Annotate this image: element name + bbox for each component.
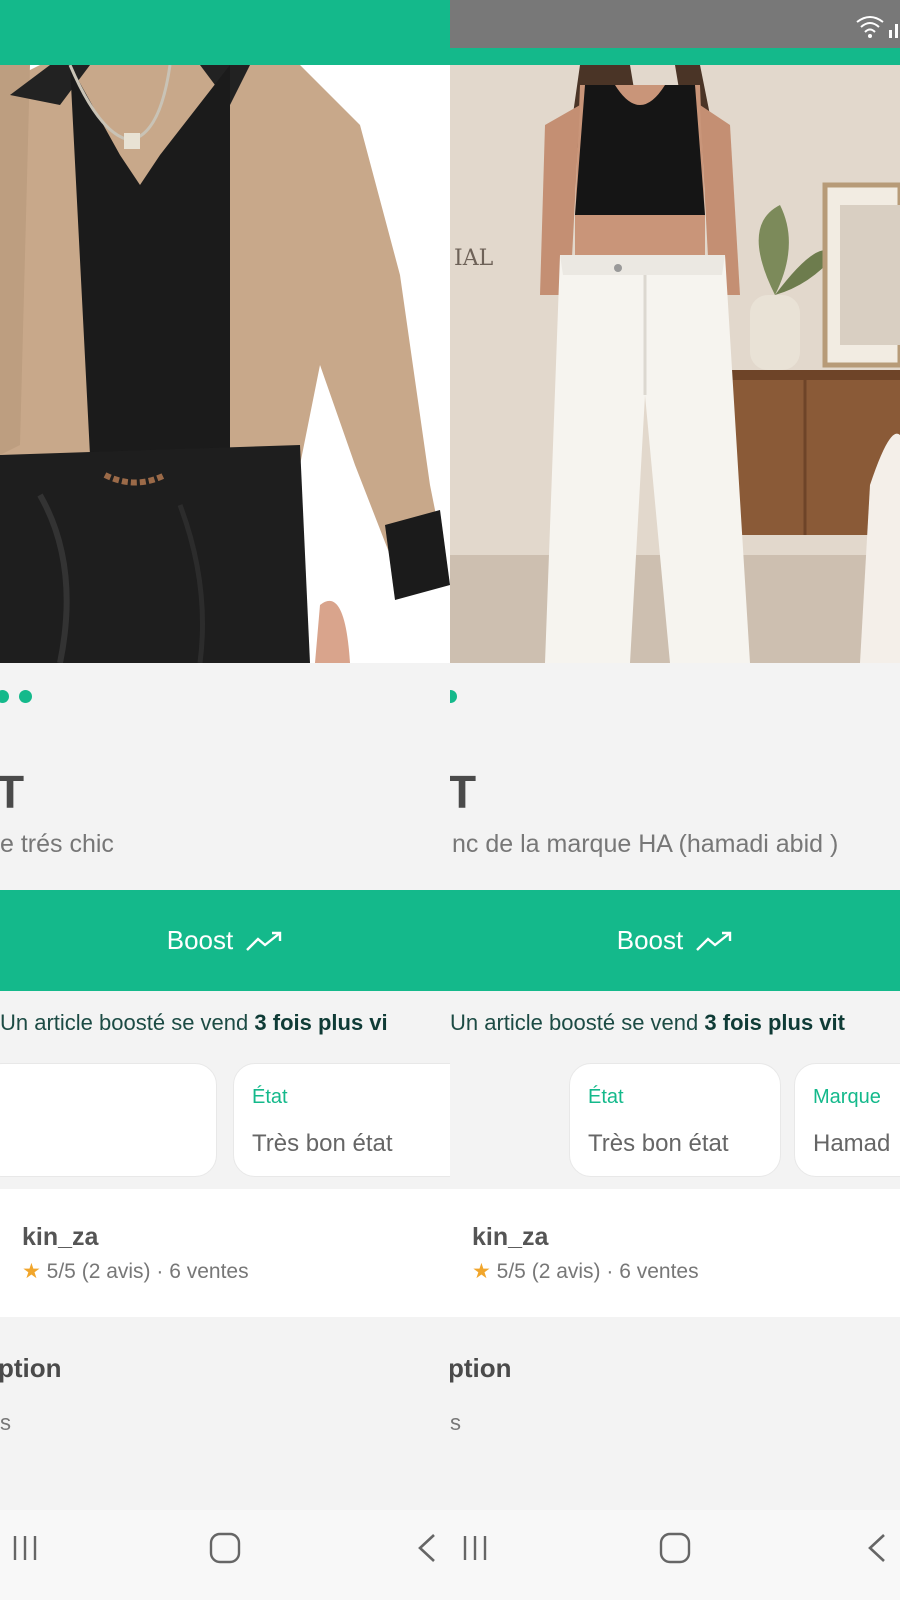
recents-button[interactable]: [10, 1532, 42, 1564]
product-title: T: [0, 766, 25, 818]
promo-bold: 3 fois plus vit: [704, 1010, 845, 1035]
promo-prefix: Un article boosté se vend: [0, 1010, 249, 1035]
status-bar: [450, 0, 900, 48]
star-icon: ★: [22, 1260, 41, 1283]
seller-card[interactable]: kin_za ★ 5/5 (2 avis) · 6 ventes: [0, 1189, 450, 1317]
attribute-card-partial: [0, 1063, 217, 1177]
description-title: ption: [450, 1353, 512, 1383]
trending-up-icon: [246, 931, 282, 951]
image-pager-dots: [450, 690, 457, 704]
seller-card[interactable]: kin_za ★ 5/5 (2 avis) · 6 ventes: [450, 1189, 900, 1317]
attribute-card-state: État Très bon état: [233, 1063, 450, 1177]
product-photo[interactable]: [0, 65, 450, 663]
product-photo[interactable]: IAL: [450, 65, 900, 663]
product-subtitle: nc de la marque HA (hamadi abid ): [452, 830, 839, 858]
seller-name[interactable]: kin_za: [472, 1223, 548, 1252]
attribute-value: Hamad: [813, 1130, 891, 1157]
home-icon: [659, 1532, 691, 1564]
attribute-value: Très bon état: [252, 1130, 393, 1157]
attribute-label: État: [252, 1086, 288, 1108]
top-app-bar: [0, 0, 450, 65]
description-text: s: [0, 1410, 11, 1435]
pager-dot[interactable]: [450, 690, 457, 703]
left-screen: T e trés chic Boost Un article boosté se…: [0, 0, 450, 1600]
home-button[interactable]: [209, 1532, 241, 1564]
seller-rating: ★ 5/5 (2 avis) · 6 ventes: [472, 1259, 699, 1284]
photo-watermark: IAL: [454, 246, 494, 271]
product-title: T: [450, 766, 477, 818]
back-icon: [418, 1534, 435, 1562]
recents-button[interactable]: [460, 1532, 492, 1564]
boost-label: Boost: [616, 925, 684, 955]
seller-rating-text: 5/5 (2 avis) · 6 ventes: [496, 1260, 699, 1283]
promo-bold: 3 fois plus vi: [254, 1010, 388, 1035]
recents-icon: [463, 1536, 487, 1560]
trending-up-icon: [696, 931, 732, 951]
home-button[interactable]: [659, 1532, 691, 1564]
boost-promo-text: Un article boosté se vend 3 fois plus vi: [0, 1010, 388, 1036]
promo-prefix: Un article boosté se vend: [450, 1010, 699, 1035]
attribute-value: Très bon état: [588, 1130, 729, 1157]
boost-button[interactable]: Boost: [0, 890, 450, 991]
right-screen: IAL T nc de la marque HA (hamadi abid ) …: [450, 0, 900, 1600]
image-pager-dots: [0, 690, 32, 704]
back-icon: [868, 1534, 885, 1562]
status-icons: [855, 14, 900, 38]
recents-icon: [13, 1536, 37, 1560]
jeans-photo-image: IAL: [450, 65, 900, 663]
pager-dot[interactable]: [19, 690, 32, 703]
attribute-card-brand: Marque Hamad: [794, 1063, 900, 1177]
system-nav-bar: [450, 1510, 900, 1600]
top-app-bar: [450, 48, 900, 65]
home-icon: [209, 1532, 241, 1564]
seller-name[interactable]: kin_za: [22, 1223, 98, 1252]
pager-dot[interactable]: [0, 690, 9, 703]
wifi-icon: [856, 16, 884, 38]
attribute-label: Marque: [813, 1086, 881, 1108]
description-title: ption: [0, 1353, 62, 1383]
boost-promo-text: Un article boosté se vend 3 fois plus vi…: [450, 1010, 845, 1036]
signal-icon: [889, 24, 898, 38]
system-nav-bar: [0, 1510, 450, 1600]
product-subtitle: e trés chic: [0, 830, 114, 858]
attribute-card-state: État Très bon état: [569, 1063, 781, 1177]
boost-label: Boost: [166, 925, 234, 955]
back-button[interactable]: [414, 1532, 442, 1564]
seller-rating-text: 5/5 (2 avis) · 6 ventes: [46, 1260, 249, 1283]
star-icon: ★: [472, 1260, 491, 1283]
boost-button[interactable]: Boost: [450, 890, 900, 991]
back-button[interactable]: [864, 1532, 892, 1564]
seller-rating: ★ 5/5 (2 avis) · 6 ventes: [22, 1259, 249, 1284]
description-text: s: [450, 1410, 461, 1435]
attribute-label: État: [588, 1086, 624, 1108]
blouse-photo-image: [0, 65, 450, 663]
